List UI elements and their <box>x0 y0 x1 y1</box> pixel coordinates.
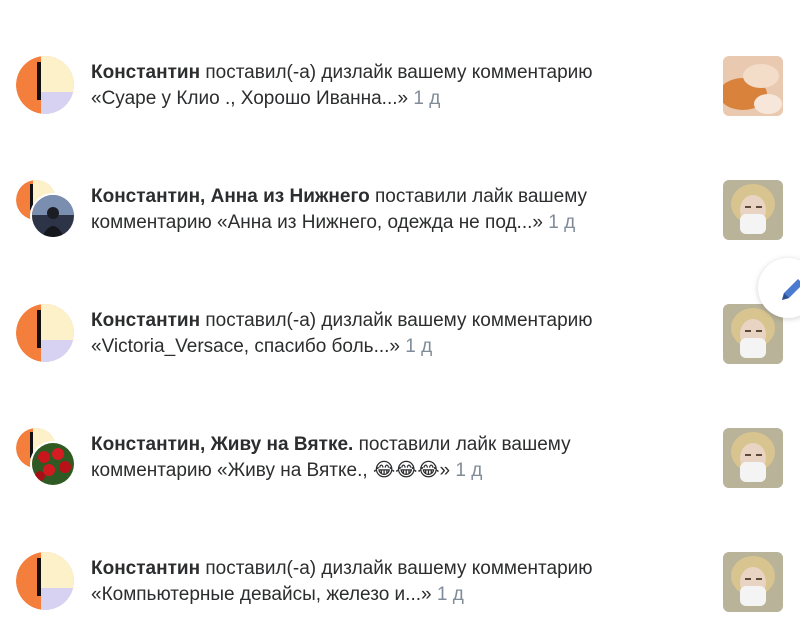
pencil-icon <box>782 279 800 300</box>
comment-thumbnail[interactable] <box>723 428 783 488</box>
timestamp: 1 д <box>405 336 433 357</box>
comment-thumbnail[interactable] <box>723 180 783 240</box>
timestamp: 1 д <box>548 212 576 233</box>
user-avatar-icon <box>16 552 74 610</box>
avatar[interactable] <box>16 552 76 612</box>
notifications-feed: Константин поставил(-а) дизлайк вашему к… <box>0 0 800 633</box>
actor-names[interactable]: Константин, Анна из Нижнего <box>91 186 370 207</box>
notification-text: Константин поставил(-а) дизлайк вашему к… <box>91 60 701 112</box>
comment-quote[interactable]: «Victoria_Versace, спасибо боль...» <box>91 336 400 357</box>
avatar-stack[interactable] <box>16 180 76 240</box>
actor-names[interactable]: Константин <box>91 310 200 331</box>
actor-names[interactable]: Константин <box>91 558 200 579</box>
action-text: поставили лайк вашему <box>353 434 571 455</box>
notification-item[interactable]: Константин поставил(-а) дизлайк вашему к… <box>0 552 800 632</box>
action-text: поставил(-а) дизлайк вашему комментарию <box>200 310 593 331</box>
comment-thumbnail[interactable] <box>723 56 783 116</box>
avatar[interactable] <box>16 56 76 116</box>
action-text: поставил(-а) дизлайк вашему комментарию <box>200 558 593 579</box>
flowers-photo-icon <box>30 441 76 487</box>
notification-item[interactable]: Константин, Анна из Нижнего поставили ла… <box>0 180 800 260</box>
woman-mask-photo-icon <box>723 180 783 240</box>
action-text: поставил(-а) дизлайк вашему комментарию <box>200 62 593 83</box>
notification-text: Константин, Анна из Нижнего поставили ла… <box>91 184 701 236</box>
compose-button[interactable] <box>758 258 800 318</box>
notification-item[interactable]: Константин поставил(-а) дизлайк вашему к… <box>0 56 800 136</box>
notification-item[interactable]: Константин поставил(-а) дизлайк вашему к… <box>0 304 800 384</box>
timestamp: 1 д <box>436 584 464 605</box>
comment-quote[interactable]: комментарию «Живу на Вятке., 😂😂😂» <box>91 460 450 481</box>
notification-text: Константин, Живу на Вятке. поставили лай… <box>91 432 701 484</box>
comment-quote[interactable]: «Компьютерные девайсы, железо и...» <box>91 584 432 605</box>
avatar-stack[interactable] <box>16 428 76 488</box>
notification-item[interactable]: Константин, Живу на Вятке. поставили лай… <box>0 428 800 508</box>
actor-names[interactable]: Константин, Живу на Вятке. <box>91 434 353 455</box>
woman-mask-photo-icon <box>723 428 783 488</box>
woman-mask-photo-icon <box>723 552 783 612</box>
timestamp: 1 д <box>455 460 483 481</box>
notification-text: Константин поставил(-а) дизлайк вашему к… <box>91 308 701 360</box>
avatar[interactable] <box>16 304 76 364</box>
comment-quote[interactable]: «Суаре у Клио ., Хорошо Иванна...» <box>91 88 408 109</box>
user-photo-icon <box>30 193 76 239</box>
comment-quote[interactable]: комментарию «Анна из Нижнего, одежда не … <box>91 212 543 233</box>
user-avatar-icon <box>16 304 74 362</box>
user-avatar-icon <box>16 56 74 114</box>
cat-photo-icon <box>723 56 783 116</box>
notification-text: Константин поставил(-а) дизлайк вашему к… <box>91 556 701 608</box>
actor-names[interactable]: Константин <box>91 62 200 83</box>
action-text: поставили лайк вашему <box>369 186 588 207</box>
timestamp: 1 д <box>413 88 441 109</box>
comment-thumbnail[interactable] <box>723 552 783 612</box>
